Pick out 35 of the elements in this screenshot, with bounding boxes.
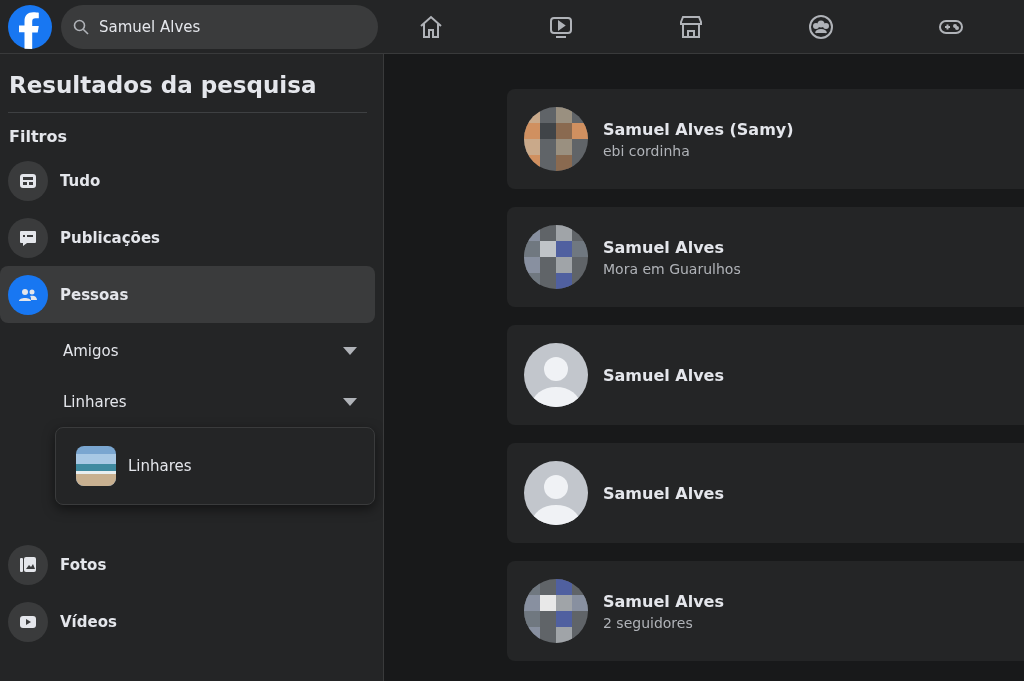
result-card[interactable]: Samuel Alves (Samy) ebi cordinha bbox=[507, 89, 1024, 189]
filter-dropdown[interactable]: Amigos bbox=[8, 325, 375, 376]
result-card[interactable]: Samuel Alves bbox=[507, 443, 1024, 543]
caret-icon bbox=[343, 346, 357, 355]
person-name[interactable]: Samuel Alves bbox=[603, 483, 724, 503]
result-card[interactable]: Samuel Alves bbox=[507, 325, 1024, 425]
filters-heading: Filtros bbox=[9, 127, 68, 146]
sidebar-title: Resultados da pesquisa bbox=[9, 72, 318, 98]
search-field[interactable]: Samuel Alves bbox=[61, 4, 378, 49]
person-name[interactable]: Samuel Alves bbox=[603, 591, 724, 611]
filter-dropdown[interactable]: Linhares bbox=[8, 376, 375, 427]
person-detail: 2 seguidores bbox=[603, 614, 694, 631]
filter-item[interactable]: Fotos bbox=[0, 536, 375, 593]
groups-icon[interactable] bbox=[807, 12, 835, 41]
search-icon bbox=[73, 18, 89, 35]
person-detail: Mora em Guarulhos bbox=[603, 260, 741, 277]
person-name[interactable]: Samuel Alves (Samy) bbox=[603, 119, 794, 139]
result-card[interactable]: Samuel Alves Mora em Guarulhos bbox=[507, 207, 1024, 307]
play-icon bbox=[8, 601, 48, 642]
news-icon bbox=[8, 160, 48, 201]
person-name[interactable]: Samuel Alves bbox=[603, 237, 741, 257]
logo-icon[interactable] bbox=[8, 4, 52, 49]
filter-item[interactable]: Publicações bbox=[0, 209, 375, 266]
speech-bubble-icon bbox=[8, 217, 48, 258]
caret-icon bbox=[343, 397, 357, 406]
filter-item[interactable]: Vídeos bbox=[0, 593, 375, 650]
person-name[interactable]: Samuel Alves bbox=[603, 365, 724, 385]
filter-item[interactable]: Pessoas bbox=[0, 266, 375, 323]
photos-icon bbox=[8, 544, 48, 585]
filter-item[interactable]: Tudo bbox=[0, 152, 375, 209]
people-icon bbox=[8, 274, 48, 315]
person-detail: ebi cordinha bbox=[603, 142, 691, 159]
result-card[interactable]: Samuel Alves 2 seguidores bbox=[507, 561, 1024, 661]
search-input[interactable]: Samuel Alves bbox=[97, 16, 301, 37]
dropdown-option[interactable]: Linhares bbox=[76, 446, 192, 486]
